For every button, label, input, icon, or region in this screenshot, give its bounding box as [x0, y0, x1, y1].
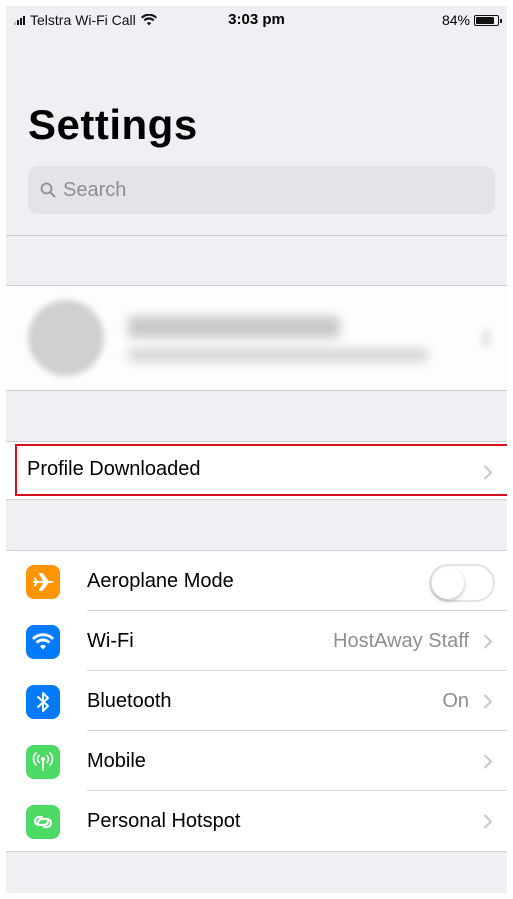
settings-row-label: Bluetooth: [87, 690, 172, 712]
hotspot-icon: [26, 805, 60, 839]
airplane-icon: [26, 565, 60, 599]
page-title: Settings: [28, 101, 198, 148]
profile-downloaded-label: Profile Downloaded: [27, 458, 201, 480]
bluetooth-icon: [26, 685, 60, 719]
wifi-network-value: HostAway Staff: [333, 630, 469, 652]
wifi-icon: [26, 625, 60, 659]
settings-row-bluetooth[interactable]: Bluetooth On: [6, 671, 507, 731]
settings-row-wifi[interactable]: Wi-Fi HostAway Staff: [6, 611, 507, 671]
status-time: 3:03 pm: [228, 11, 285, 28]
settings-row-label: Personal Hotspot: [87, 810, 241, 832]
settings-row-label: Wi-Fi: [87, 630, 134, 652]
chevron-right-icon: [484, 465, 492, 480]
battery-icon: [474, 14, 502, 26]
settings-row-personal-hotspot[interactable]: Personal Hotspot: [6, 791, 507, 851]
search-icon: [40, 182, 56, 198]
divider: [6, 390, 507, 391]
settings-list: Aeroplane Mode Wi-Fi HostAway Staff Blue…: [6, 551, 507, 851]
search-field[interactable]: [28, 166, 495, 214]
battery-percentage: 84%: [441, 12, 470, 28]
settings-row-label: Aeroplane Mode: [87, 570, 234, 592]
account-details-redacted: [128, 348, 428, 362]
settings-screen: Telstra Wi-Fi Call 3:03 pm 84% Settings: [6, 6, 507, 893]
settings-row-aeroplane-mode[interactable]: Aeroplane Mode: [6, 551, 507, 611]
bluetooth-status-value: On: [442, 690, 469, 712]
antenna-icon: [26, 745, 60, 779]
settings-row-label: Mobile: [87, 750, 146, 772]
aeroplane-mode-toggle[interactable]: [429, 564, 495, 602]
chevron-right-icon: [484, 694, 492, 709]
chevron-right-icon: [484, 634, 492, 649]
apple-id-card[interactable]: [6, 286, 507, 390]
chevron-right-icon: [481, 330, 491, 346]
chevron-right-icon: [484, 814, 492, 829]
battery-group: 84%: [441, 12, 502, 28]
profile-downloaded-row[interactable]: Profile Downloaded: [6, 442, 507, 499]
divider: [6, 235, 507, 236]
divider: [6, 851, 507, 852]
avatar: [28, 300, 104, 376]
chevron-right-icon: [484, 754, 492, 769]
settings-row-mobile[interactable]: Mobile: [6, 731, 507, 791]
search-input[interactable]: [63, 178, 463, 202]
divider: [6, 499, 507, 500]
status-bar: Telstra Wi-Fi Call 3:03 pm 84%: [6, 6, 507, 36]
account-name-redacted: [128, 316, 340, 338]
